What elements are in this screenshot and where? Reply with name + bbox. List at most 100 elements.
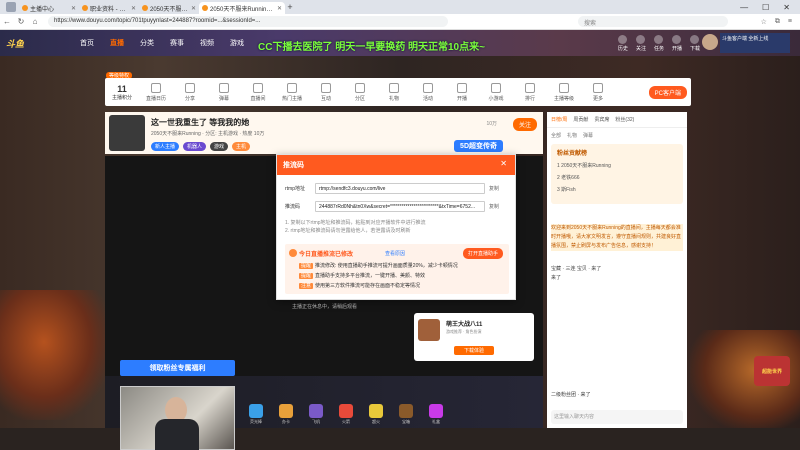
copy-rtmp-button[interactable]: 复制 [489,185,499,192]
tab-fans[interactable]: 粉丝(32) [615,116,634,123]
toolbar-item-calendar[interactable]: 直播日历 [139,82,173,102]
browser-tab-active[interactable]: 2050天不服来Running - 斗鱼直播✕ [199,2,285,14]
open-assistant-button[interactable]: 打开直播助手 [462,248,503,259]
chat-tabs: 日榜/周 周贡献 贵宾席 粉丝(32) [547,112,687,128]
anchor-tags: 新人主播 机器人 游戏 主机 [151,142,251,151]
nav-item-category[interactable]: 分类 [140,38,154,48]
browser-tab[interactable]: 2050天不服来Running - 斗鱼直播✕ [139,2,199,14]
toolbar-item-level[interactable]: 主播等级 [547,82,581,102]
gift-item[interactable]: 宝箱 [395,404,417,425]
toolbar-item-more[interactable]: 更多 [581,82,615,102]
gift-item[interactable]: 荧光棒 [245,404,267,425]
tag[interactable]: 游戏 [210,142,229,151]
gift-item[interactable]: 办卡 [275,404,297,425]
tasks-button[interactable]: 任务 [654,34,664,52]
download-button[interactable]: 下载 [690,34,700,52]
follow-list-button[interactable]: 关注 [636,34,646,52]
url-input[interactable]: https://www.douyu.com/topic/701tpuyynlas… [48,16,448,27]
ad-banner[interactable]: 5D超变传奇 [454,140,503,152]
copy-key-button[interactable]: 复制 [489,203,499,210]
menu-icon[interactable]: ≡ [788,18,792,26]
close-window-icon[interactable]: ✕ [783,3,790,12]
tab-close-icon[interactable]: ✕ [191,5,196,12]
nav-item-video[interactable]: 视频 [200,38,214,48]
filter-danmaku[interactable]: 弹幕 [583,132,593,139]
extensions-icon[interactable]: ⧉ [775,18,780,26]
client-promo-banner[interactable]: 斗鱼客户端 全新上线 [720,33,790,53]
tab-daily-rank[interactable]: 日榜/周 [551,116,567,123]
fan-rank-row[interactable]: 1 2050天不服来Running [557,162,611,169]
toolbar-item-gift[interactable]: 礼物 [377,82,411,102]
toolbar-item-room[interactable]: 直播间 [241,82,275,102]
fan-rank-row[interactable]: 3 斯Fish [557,186,576,193]
gift-icon [249,404,263,418]
gift-item[interactable]: 礼盒 [425,404,447,425]
go-live-label: 开播 [671,45,682,52]
side-promo-badge[interactable]: 超能世界 [754,356,790,386]
site-logo[interactable]: 斗鱼 [0,37,80,50]
tab-close-icon[interactable]: ✕ [277,5,282,12]
anchor-points[interactable]: 11 主播积分 [105,84,139,101]
filter-gift[interactable]: 礼物 [567,132,577,139]
marquee-text: CC下播去医院了 明天一早要换药 明天正常10点来~ [258,42,485,53]
star-icon[interactable]: ☆ [761,18,767,26]
rtmp-address-field[interactable]: rtmp://sendfc3.douyu.com/live [315,183,485,194]
tab-close-icon[interactable]: ✕ [71,5,76,12]
toolbar-item-danmaku[interactable]: 弹幕 [207,82,241,102]
chat-input[interactable]: 这里输入聊天内容 [551,410,683,424]
refresh-icon[interactable]: ↻ [14,17,28,26]
tab-weekly-contrib[interactable]: 周贡献 [573,116,588,123]
tag[interactable]: 新人主播 [151,142,180,151]
toolbar-item-activity[interactable]: 活动 [411,82,445,102]
gift-item[interactable]: 超火 [365,404,387,425]
follow-button[interactable]: 关注 [512,118,537,131]
nav-item-events[interactable]: 赛事 [170,38,184,48]
stream-key-field[interactable]: 244887rRd0Nh&tn0Xw&secret=**************… [315,201,485,212]
browser-search-input[interactable]: 搜索 [578,16,728,27]
new-tab-icon[interactable]: + [285,2,295,12]
fan-benefit-button[interactable]: 领取粉丝专属福利 [120,360,235,376]
browser-tab[interactable]: 主播中心 ✕ [19,2,79,14]
fan-rank-box: 粉丝贡献榜 1 2050天不服来Running 2 老铁666 3 斯Fish [551,144,683,204]
nav-item-games[interactable]: 游戏 [230,38,244,48]
stream-key-dialog: 推流码 ✕ rtmp地址 rtmp://sendfc3.douyu.com/li… [276,154,516,300]
chat-panel: 日榜/周 周贡献 贵宾席 粉丝(32) 全部 礼物 弹幕 粉丝贡献榜 1 205… [547,112,687,428]
toolbar-item-interact[interactable]: 互动 [309,82,343,102]
toolbar-item-golive[interactable]: 开播 [445,82,479,102]
tag[interactable]: 主机 [232,142,251,151]
minimize-icon[interactable]: — [740,3,748,12]
gift-item[interactable]: 飞机 [305,404,327,425]
toolbar-item-rank[interactable]: 排行 [513,82,547,102]
warning-link[interactable]: 查看原因 [385,250,405,257]
webcam-overlay[interactable] [120,386,235,450]
nav-item-home[interactable]: 首页 [80,38,94,48]
fan-rank-row[interactable]: 2 老铁666 [557,174,580,181]
game-recommend-card[interactable]: 萌王大战八11 游戏推荐 · 角色扮演 下载体验 [414,313,534,361]
nav-item-live[interactable]: 直播 [110,38,124,48]
maximize-icon[interactable]: ☐ [762,3,769,12]
danmaku-icon [219,82,229,93]
gift-icon [309,404,323,418]
back-icon[interactable]: ← [0,17,14,26]
user-avatar[interactable] [702,34,718,50]
history-button[interactable]: 历史 [618,34,628,52]
game-download-button[interactable]: 下载体验 [454,346,495,355]
tag[interactable]: 机器人 [183,142,207,151]
pc-client-button[interactable]: PC客户端 [648,85,687,99]
gift-item[interactable]: 火箭 [335,404,357,425]
close-icon[interactable]: ✕ [500,159,507,168]
go-live-button[interactable]: 开播 [671,34,682,52]
warning-tag: 提醒 [299,263,314,269]
filter-all[interactable]: 全部 [551,132,561,139]
toolbar-item-hot[interactable]: 热门主播 [275,82,309,102]
toolbar-item-category[interactable]: 分区 [343,82,377,102]
toolbar-item-share[interactable]: 分享 [173,82,207,102]
tab-favicon-icon [22,5,28,11]
tab-close-icon[interactable]: ✕ [131,5,136,12]
gift-icon [399,404,413,418]
anchor-avatar[interactable] [109,115,145,151]
tab-vip[interactable]: 贵宾席 [594,116,609,123]
browser-tab[interactable]: 职业资料 - 个人中心 - 斗鱼✕ [79,2,139,14]
home-icon[interactable]: ⌂ [28,17,42,26]
toolbar-item-minigame[interactable]: 小游戏 [479,82,513,102]
